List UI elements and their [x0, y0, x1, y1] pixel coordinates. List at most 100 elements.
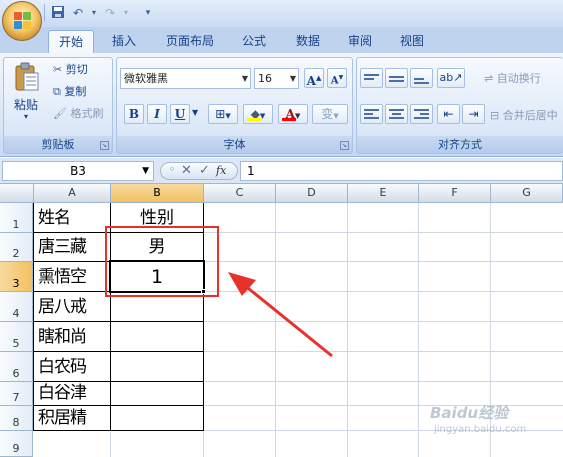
cell-b7[interactable]	[111, 382, 203, 405]
format-painter-button[interactable]: 🖌 格式刷	[53, 105, 103, 121]
cell-b8[interactable]	[111, 406, 203, 430]
cell-a1[interactable]: 姓名	[34, 205, 110, 232]
align-top-button[interactable]	[360, 68, 383, 88]
tab-review[interactable]: 审阅	[340, 30, 380, 53]
insert-function-icon[interactable]: fx	[216, 164, 226, 177]
gridline	[418, 203, 419, 457]
tab-insert[interactable]: 插入	[104, 30, 144, 53]
name-box-value: B3	[70, 164, 86, 178]
row-header-7[interactable]: 7	[0, 382, 33, 406]
copy-button[interactable]: ⧉ 复制	[53, 83, 86, 99]
annotation-box	[105, 226, 219, 297]
align-center-button[interactable]	[385, 104, 408, 124]
cell-b4[interactable]	[111, 293, 203, 321]
tab-page-layout[interactable]: 页面布局	[160, 30, 220, 53]
font-name-combo[interactable]: 微软雅黑 ▼	[120, 68, 251, 89]
column-header-f[interactable]: F	[419, 184, 491, 203]
watermark-url: jingyan.baidu.com	[434, 424, 527, 435]
enter-icon[interactable]: ✓	[199, 163, 210, 178]
column-header-e[interactable]: E	[348, 184, 419, 203]
chevron-down-icon: ▼	[142, 166, 149, 176]
fill-color-button[interactable]: ◆▼	[243, 104, 273, 124]
quick-access-separator	[44, 4, 45, 22]
underline-dropdown-icon[interactable]: ▼	[192, 108, 198, 117]
save-icon[interactable]	[50, 5, 66, 21]
orientation-button[interactable]: ab↗	[437, 68, 465, 88]
font-launcher-icon[interactable]: ↘	[340, 141, 349, 150]
cell-b5[interactable]	[111, 323, 203, 351]
row-header-2[interactable]: 2	[0, 233, 33, 262]
tab-data[interactable]: 数据	[288, 30, 328, 53]
align-middle-button[interactable]	[385, 68, 408, 88]
align-bottom-icon	[411, 69, 432, 84]
row-header-3[interactable]: 3	[0, 262, 33, 292]
row-header-6[interactable]: 6	[0, 352, 33, 382]
font-size-combo[interactable]: 16 ▼	[254, 68, 299, 89]
column-header-c[interactable]: C	[204, 184, 276, 203]
row-header-4[interactable]: 4	[0, 292, 33, 322]
formula-input[interactable]: 1	[240, 161, 563, 181]
expand-icon[interactable]: ◦	[169, 163, 176, 176]
redo-dropdown-icon[interactable]: ▾	[118, 5, 134, 21]
font-color-swatch	[282, 118, 296, 121]
redo-icon[interactable]: ↷	[102, 5, 118, 21]
tab-formulas[interactable]: 公式	[234, 30, 274, 53]
fill-color-swatch	[247, 118, 261, 121]
paste-button[interactable]: 粘贴 ▾	[8, 60, 46, 128]
tab-view[interactable]: 视图	[392, 30, 432, 53]
bold-button[interactable]: B	[124, 104, 144, 124]
grow-font-button[interactable]: A▲	[304, 68, 324, 88]
cell-a7[interactable]: 白谷津	[34, 382, 110, 405]
cell-b6[interactable]	[111, 353, 203, 381]
office-logo-icon	[14, 12, 32, 30]
undo-dropdown-icon[interactable]: ▾	[86, 5, 102, 21]
row-header-8[interactable]: 8	[0, 406, 33, 431]
align-right-button[interactable]	[410, 104, 433, 124]
column-header-d[interactable]: D	[276, 184, 348, 203]
cell-a3[interactable]: 熏悟空	[34, 263, 110, 291]
scissors-icon: ✂	[53, 63, 63, 76]
customize-toolbar-icon[interactable]: ▾	[140, 5, 156, 21]
chevron-down-icon: ▼	[333, 112, 339, 120]
column-header-a[interactable]: A	[34, 184, 111, 203]
phonetic-label: 变	[321, 107, 334, 121]
italic-label: I	[154, 107, 160, 121]
column-header-b[interactable]: B	[111, 184, 204, 203]
name-box[interactable]: B3 ▼	[2, 161, 154, 181]
phonetic-guide-button[interactable]: 变▼	[312, 104, 348, 124]
paste-label: 粘贴	[14, 98, 39, 112]
cell-a5[interactable]: 瞎和尚	[34, 323, 110, 351]
office-button[interactable]	[2, 1, 42, 41]
cell-a4[interactable]: 居八戒	[34, 293, 110, 321]
decrease-indent-button[interactable]: ⇤	[437, 104, 460, 124]
borders-icon: ⊞	[215, 107, 226, 121]
grow-font-label: A	[306, 74, 316, 88]
undo-icon[interactable]: ↶	[70, 5, 86, 21]
column-header-g[interactable]: G	[491, 184, 563, 203]
table-border	[33, 430, 204, 431]
decrease-indent-icon: ⇤	[443, 107, 454, 121]
increase-indent-button[interactable]: ⇥	[462, 104, 485, 124]
merge-center-button[interactable]: ⊟ 合并后居中	[490, 107, 558, 123]
shrink-font-button[interactable]: A▼	[327, 68, 347, 88]
cut-button[interactable]: ✂ 剪切	[53, 61, 88, 77]
font-size-value: 16	[258, 72, 272, 85]
borders-button[interactable]: ⊞▼	[208, 104, 238, 124]
cell-a8[interactable]: 积居精	[34, 406, 110, 430]
row-header-5[interactable]: 5	[0, 322, 33, 352]
select-all-corner[interactable]	[0, 184, 34, 203]
italic-button[interactable]: I	[147, 104, 167, 124]
chevron-down-icon: ▼	[289, 74, 296, 83]
align-left-button[interactable]	[360, 104, 383, 124]
cell-a2[interactable]: 唐三藏	[34, 234, 110, 261]
clipboard-launcher-icon[interactable]: ↘	[100, 141, 109, 150]
font-color-button[interactable]: A▼	[278, 104, 308, 124]
cell-a6[interactable]: 白农码	[34, 353, 110, 381]
underline-button[interactable]: U	[170, 104, 190, 124]
cancel-icon[interactable]: ✕	[181, 163, 192, 178]
tab-home[interactable]: 开始	[48, 30, 94, 54]
row-header-9[interactable]: 9	[0, 431, 33, 457]
wrap-text-button[interactable]: ⇌ 自动换行	[484, 70, 541, 86]
align-bottom-button[interactable]	[410, 68, 433, 88]
row-header-1[interactable]: 1	[0, 203, 33, 233]
